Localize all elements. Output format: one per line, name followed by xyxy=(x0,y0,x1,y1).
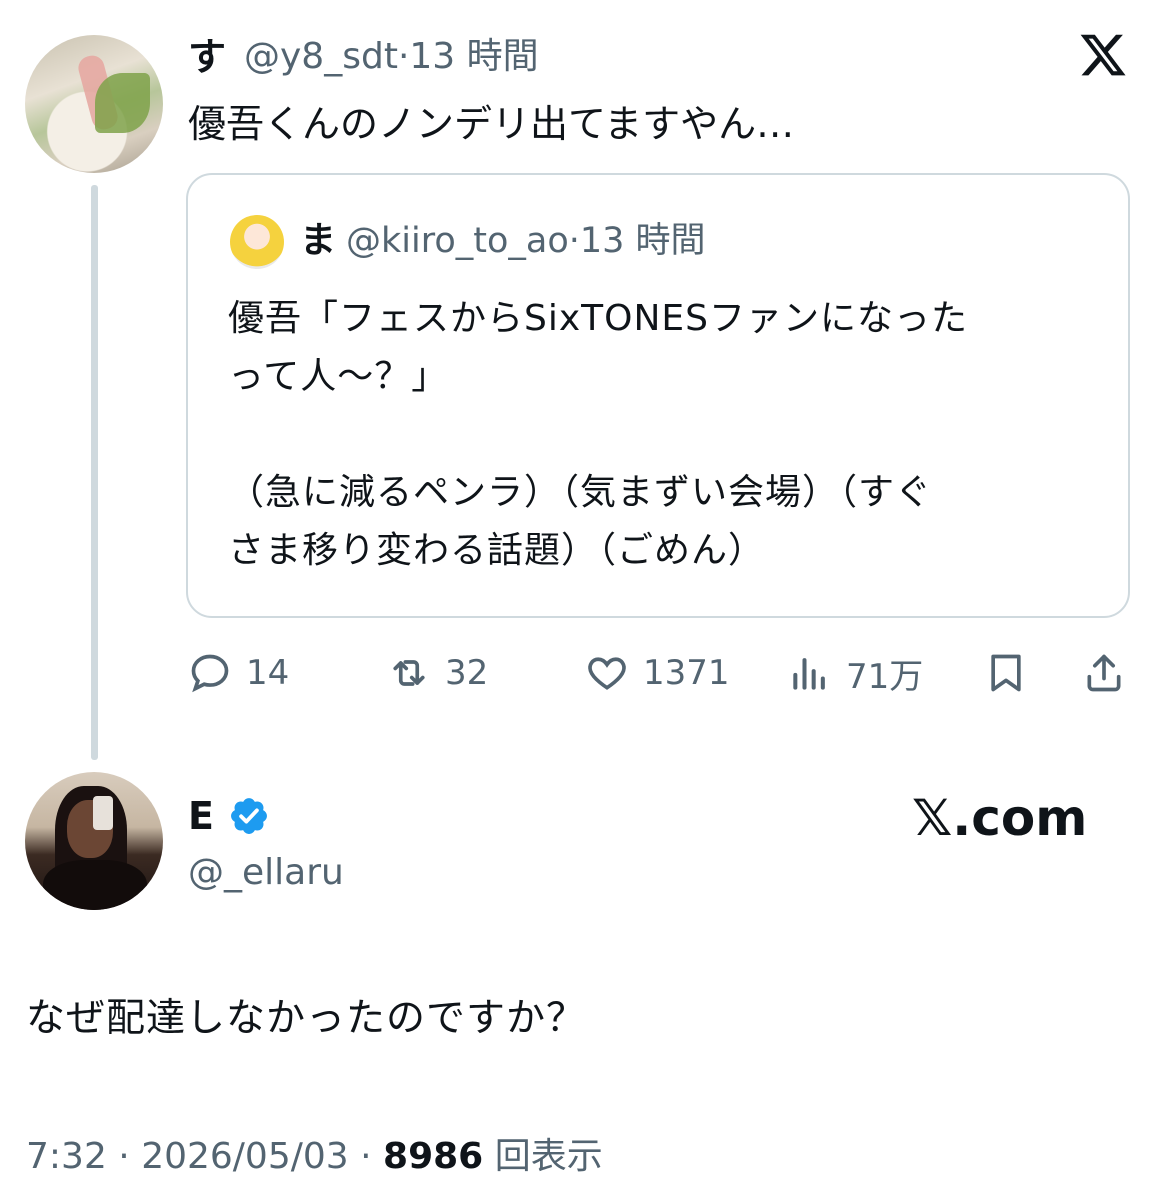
view-count: 8986 xyxy=(383,1136,484,1177)
bookmark-icon xyxy=(991,654,1021,692)
post-date[interactable]: 2026/05/03 xyxy=(141,1136,349,1177)
quoted-avatar[interactable] xyxy=(230,215,284,269)
retweet-icon xyxy=(393,660,425,686)
site-watermark: 𝕏.com xyxy=(912,789,1088,847)
avatar-image-detail xyxy=(43,860,147,910)
quoted-meta: @kiiro_to_ao·13 時間 xyxy=(346,218,706,264)
avatar-image-detail xyxy=(95,73,150,133)
separator-dot: · xyxy=(568,221,580,261)
quoted-author-name[interactable]: ま xyxy=(300,218,336,264)
quoted-time[interactable]: 13 時間 xyxy=(580,221,706,261)
heart-icon xyxy=(588,657,626,690)
reply-handle[interactable]: @_ellaru xyxy=(188,850,344,896)
tweet-text: 優吾くんのノンデリ出てますやん… xyxy=(188,102,795,146)
bookmark-button[interactable] xyxy=(984,648,1042,698)
views-button[interactable]: 71万 xyxy=(788,648,923,698)
avatar-image-detail xyxy=(93,796,113,830)
avatar[interactable] xyxy=(25,35,163,173)
share-icon xyxy=(1087,654,1121,692)
views-icon xyxy=(793,658,825,690)
separator-dot: · xyxy=(397,36,410,77)
retweet-count: 32 xyxy=(445,653,489,693)
share-button[interactable] xyxy=(1082,648,1140,698)
views-count: 71万 xyxy=(846,656,924,697)
tweet-meta: @y8_sdt·13 時間 xyxy=(244,34,539,80)
tweet-time[interactable]: 13 時間 xyxy=(409,36,538,77)
like-button[interactable]: 1371 xyxy=(585,648,730,698)
verified-badge-icon[interactable] xyxy=(228,795,270,837)
reply-button[interactable]: 14 xyxy=(188,648,289,698)
quoted-tweet-text: 優吾「フェスからSixTONESファンになった って人〜？」 （急に減るペンラ）… xyxy=(228,298,969,571)
view-label: 回表示 xyxy=(494,1136,603,1177)
tweet-footer: 7:32 · 2026/05/03 · 8986 回表示 xyxy=(26,1136,603,1177)
reply-count: 14 xyxy=(246,653,290,693)
reply-icon xyxy=(191,654,229,693)
thread-line xyxy=(91,185,98,760)
post-time[interactable]: 7:32 xyxy=(26,1136,107,1177)
reply-avatar[interactable] xyxy=(25,772,163,910)
reply-text: なぜ配達しなかったのですか？ xyxy=(26,996,587,1041)
tweet-author-name[interactable]: す xyxy=(188,34,226,80)
like-count: 1371 xyxy=(643,653,730,693)
quoted-handle[interactable]: @kiiro_to_ao xyxy=(346,221,569,261)
x-logo-icon[interactable] xyxy=(1078,30,1128,80)
retweet-button[interactable]: 32 xyxy=(387,648,488,698)
tweet-handle[interactable]: @y8_sdt xyxy=(244,36,398,77)
reply-author-name[interactable]: E xyxy=(188,793,214,839)
